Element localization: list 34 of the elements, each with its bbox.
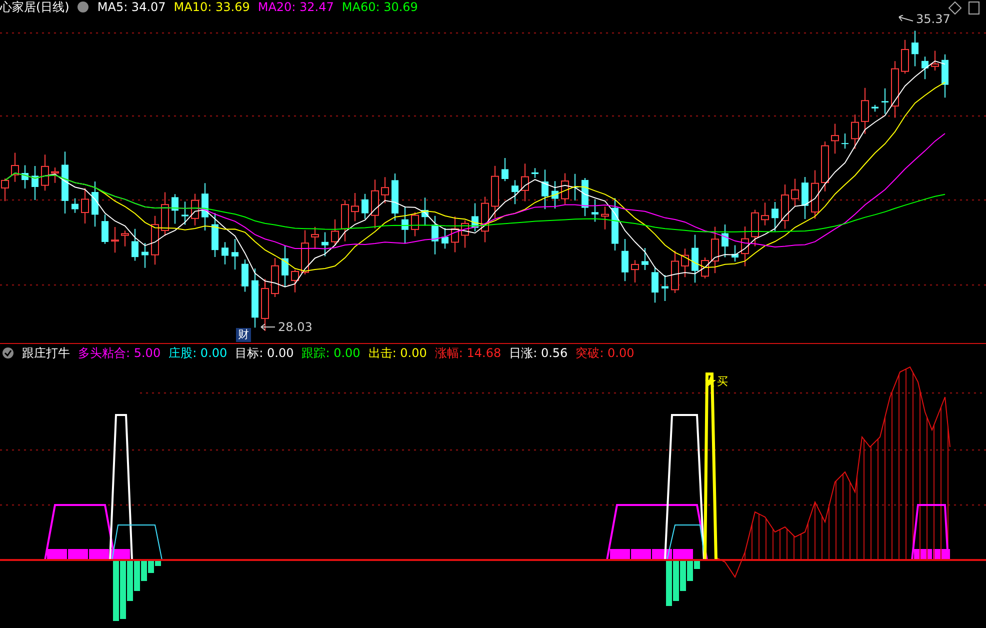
trapezoid-line xyxy=(911,504,949,560)
stock-title: 心家居(日线) xyxy=(0,0,70,14)
plateau-line xyxy=(112,524,162,560)
low-price-label: 28.03 xyxy=(278,320,312,334)
indicator-value: 突破: 0.00 xyxy=(576,344,634,362)
moving-average-value: MA5: 34.07 xyxy=(97,0,166,14)
arrow-icon xyxy=(260,323,276,331)
star-icon xyxy=(705,376,716,387)
check-circle-icon[interactable] xyxy=(2,347,14,359)
indicator-value: 目标: 0.00 xyxy=(235,344,294,362)
moving-average-value: MA60: 30.69 xyxy=(342,0,418,14)
signal-bar xyxy=(673,549,693,560)
buy-signal-label: 买 xyxy=(717,374,728,389)
indicator-value: 跟踪: 0.00 xyxy=(302,344,360,362)
circle-icon[interactable] xyxy=(77,1,90,13)
signal-bar xyxy=(89,549,109,560)
indicator-value: 多头粘合: 5.00 xyxy=(78,344,161,362)
signal-bar xyxy=(631,549,651,560)
indicator-value: 涨幅: 14.68 xyxy=(434,344,502,362)
indicator-value: 日涨: 0.56 xyxy=(509,344,568,362)
finance-marker[interactable]: 财 xyxy=(236,328,251,342)
square-icon[interactable] xyxy=(968,1,980,15)
high-price-label: 35.37 xyxy=(916,12,950,26)
indicator-value: 出击: 0.00 xyxy=(368,344,427,362)
arrow-icon xyxy=(898,15,914,23)
moving-average-value: MA10: 33.69 xyxy=(174,0,250,14)
trapezoid-line xyxy=(44,504,116,560)
diamond-icon[interactable] xyxy=(948,1,962,15)
indicator-value: 庄股: 0.00 xyxy=(168,344,228,362)
plateau-line xyxy=(666,524,706,560)
moving-average-value: MA20: 32.47 xyxy=(258,0,334,14)
signal-bar xyxy=(68,549,88,560)
signal-bar xyxy=(610,549,630,560)
indicator-name: 跟庄打牛 xyxy=(22,344,70,362)
